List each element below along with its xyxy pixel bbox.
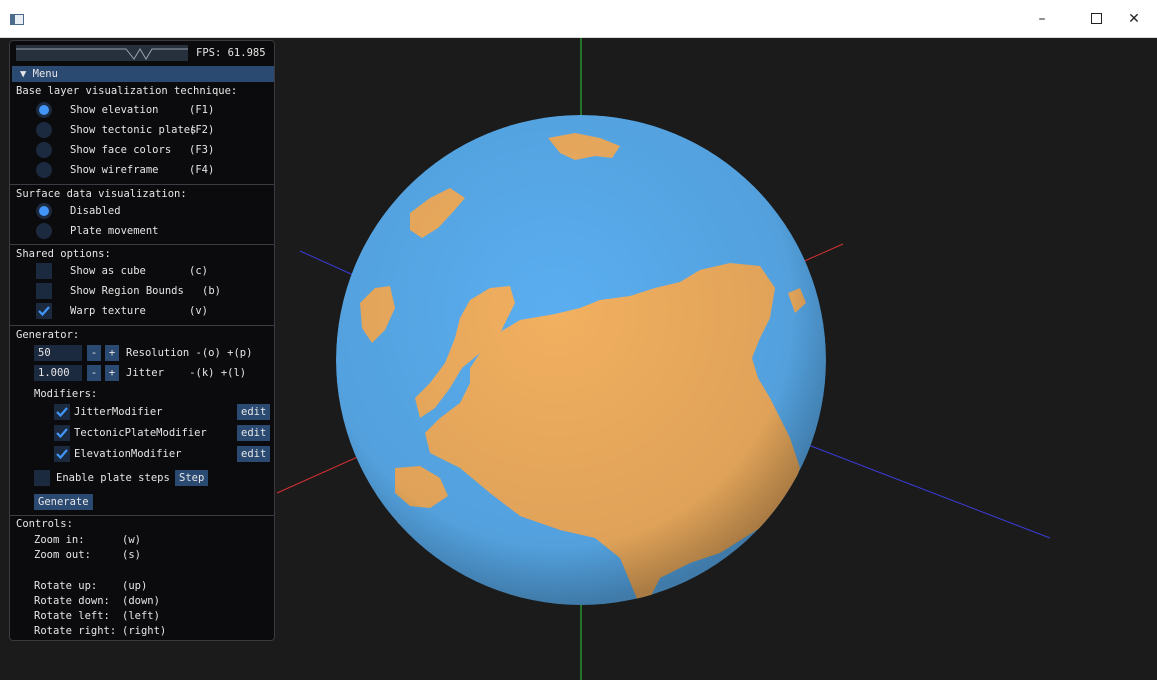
label-show-elevation: Show elevation [70, 104, 159, 116]
modifiers-heading: Modifiers: [34, 388, 98, 400]
checkbox-elevation-modifier[interactable] [54, 446, 70, 462]
menu-header-label: ▼ Menu [20, 68, 58, 80]
key-zoom-in: (w) [122, 534, 141, 546]
fps-graph [16, 45, 188, 61]
axis-x-line-right [799, 243, 844, 264]
maximize-icon [1090, 13, 1102, 24]
resolution-value: 50 [38, 347, 51, 359]
label-warp-texture: Warp texture [70, 305, 146, 317]
label-show-wireframe: Show wireframe [70, 164, 159, 176]
label-show-region-bounds: Show Region Bounds [70, 285, 184, 297]
key-show-elevation: (F1) [189, 104, 215, 116]
jitter-label: Jitter -(k) +(l) [126, 367, 247, 379]
key-warp-texture: (v) [189, 305, 208, 317]
title-bar: – ✕ [0, 0, 1157, 38]
label-enable-plate-steps: Enable plate steps [56, 472, 170, 484]
label-elevation-modifier: ElevationModifier [74, 448, 182, 460]
label-jitter-modifier: JitterModifier [74, 406, 163, 418]
radio-show-face-colors[interactable] [36, 142, 52, 158]
checkmark-icon [56, 449, 68, 460]
edit-elevation-modifier-button[interactable]: edit [237, 446, 271, 462]
separator [10, 184, 274, 185]
checkbox-enable-plate-steps[interactable] [34, 470, 50, 486]
edit-jitter-modifier-button[interactable]: edit [237, 404, 271, 420]
radio-show-elevation[interactable] [36, 102, 52, 118]
key-show-as-cube: (c) [189, 265, 208, 277]
label-rotate-down: Rotate down: [34, 595, 110, 607]
radio-show-wireframe[interactable] [36, 162, 52, 178]
generator-heading: Generator: [16, 329, 80, 341]
generate-button[interactable]: Generate [34, 494, 93, 510]
settings-panel: FPS: 61.985 ▼ Menu Base layer visualizat… [9, 40, 275, 641]
resolution-label: Resolution -(o) +(p) [126, 347, 253, 359]
separator [10, 325, 274, 326]
axis-z-line-left [299, 250, 361, 279]
label-disabled: Disabled [70, 205, 121, 217]
label-rotate-right: Rotate right: [34, 625, 117, 637]
globe [336, 115, 826, 605]
key-rotate-up: (up) [122, 580, 148, 592]
checkmark-icon [56, 428, 68, 439]
radio-show-tectonic-plates[interactable] [36, 122, 52, 138]
key-rotate-left: (left) [122, 610, 160, 622]
checkbox-warp-texture[interactable] [36, 303, 52, 319]
checkbox-show-as-cube[interactable] [36, 263, 52, 279]
checkbox-jitter-modifier[interactable] [54, 404, 70, 420]
checkbox-show-region-bounds[interactable] [36, 283, 52, 299]
checkmark-icon [56, 407, 68, 418]
edit-tectonic-plate-modifier-button[interactable]: edit [237, 425, 271, 441]
label-zoom-out: Zoom out: [34, 549, 91, 561]
label-show-tectonic-plates: Show tectonic plates [70, 124, 197, 136]
key-show-wireframe: (F4) [189, 164, 215, 176]
label-tectonic-plate-modifier: TectonicPlateModifier [74, 427, 207, 439]
window-app-icon [10, 14, 24, 25]
globe-shading [336, 115, 826, 605]
label-plate-movement: Plate movement [70, 225, 159, 237]
jitter-input[interactable]: 1.000 [34, 365, 82, 381]
close-button[interactable]: ✕ [1111, 0, 1157, 37]
radio-disabled[interactable] [36, 203, 52, 219]
key-zoom-out: (s) [122, 549, 141, 561]
radio-plate-movement[interactable] [36, 223, 52, 239]
separator [10, 244, 274, 245]
key-show-face-colors: (F3) [189, 144, 215, 156]
minimize-icon: – [1038, 10, 1046, 27]
key-rotate-down: (down) [122, 595, 160, 607]
key-show-region-bounds: (b) [202, 285, 221, 297]
fps-row: FPS: 61.985 [16, 45, 268, 61]
step-button[interactable]: Step [175, 470, 209, 486]
jitter-value: 1.000 [38, 367, 70, 379]
surface-heading: Surface data visualization: [16, 188, 187, 200]
jitter-increment-button[interactable]: + [105, 365, 119, 381]
label-show-as-cube: Show as cube [70, 265, 146, 277]
label-show-face-colors: Show face colors [70, 144, 172, 156]
label-rotate-left: Rotate left: [34, 610, 110, 622]
close-icon: ✕ [1128, 10, 1140, 27]
resolution-decrement-button[interactable]: - [87, 345, 101, 361]
menu-header[interactable]: ▼ Menu [12, 66, 274, 82]
base-layer-heading: Base layer visualization technique: [16, 85, 238, 97]
shared-heading: Shared options: [16, 248, 111, 260]
separator [10, 515, 274, 516]
fps-label: FPS: 61.985 [196, 47, 266, 59]
jitter-decrement-button[interactable]: - [87, 365, 101, 381]
axis-z-line-right [784, 435, 1051, 539]
minimize-button[interactable]: – [1019, 0, 1065, 37]
checkmark-icon [38, 306, 50, 317]
controls-heading: Controls: [16, 518, 73, 530]
resolution-increment-button[interactable]: + [105, 345, 119, 361]
resolution-input[interactable]: 50 [34, 345, 82, 361]
label-rotate-up: Rotate up: [34, 580, 98, 592]
key-show-tectonic-plates: (F2) [189, 124, 215, 136]
key-rotate-right: (right) [122, 625, 167, 637]
label-zoom-in: Zoom in: [34, 534, 85, 546]
checkbox-tectonic-plate-modifier[interactable] [54, 425, 70, 441]
